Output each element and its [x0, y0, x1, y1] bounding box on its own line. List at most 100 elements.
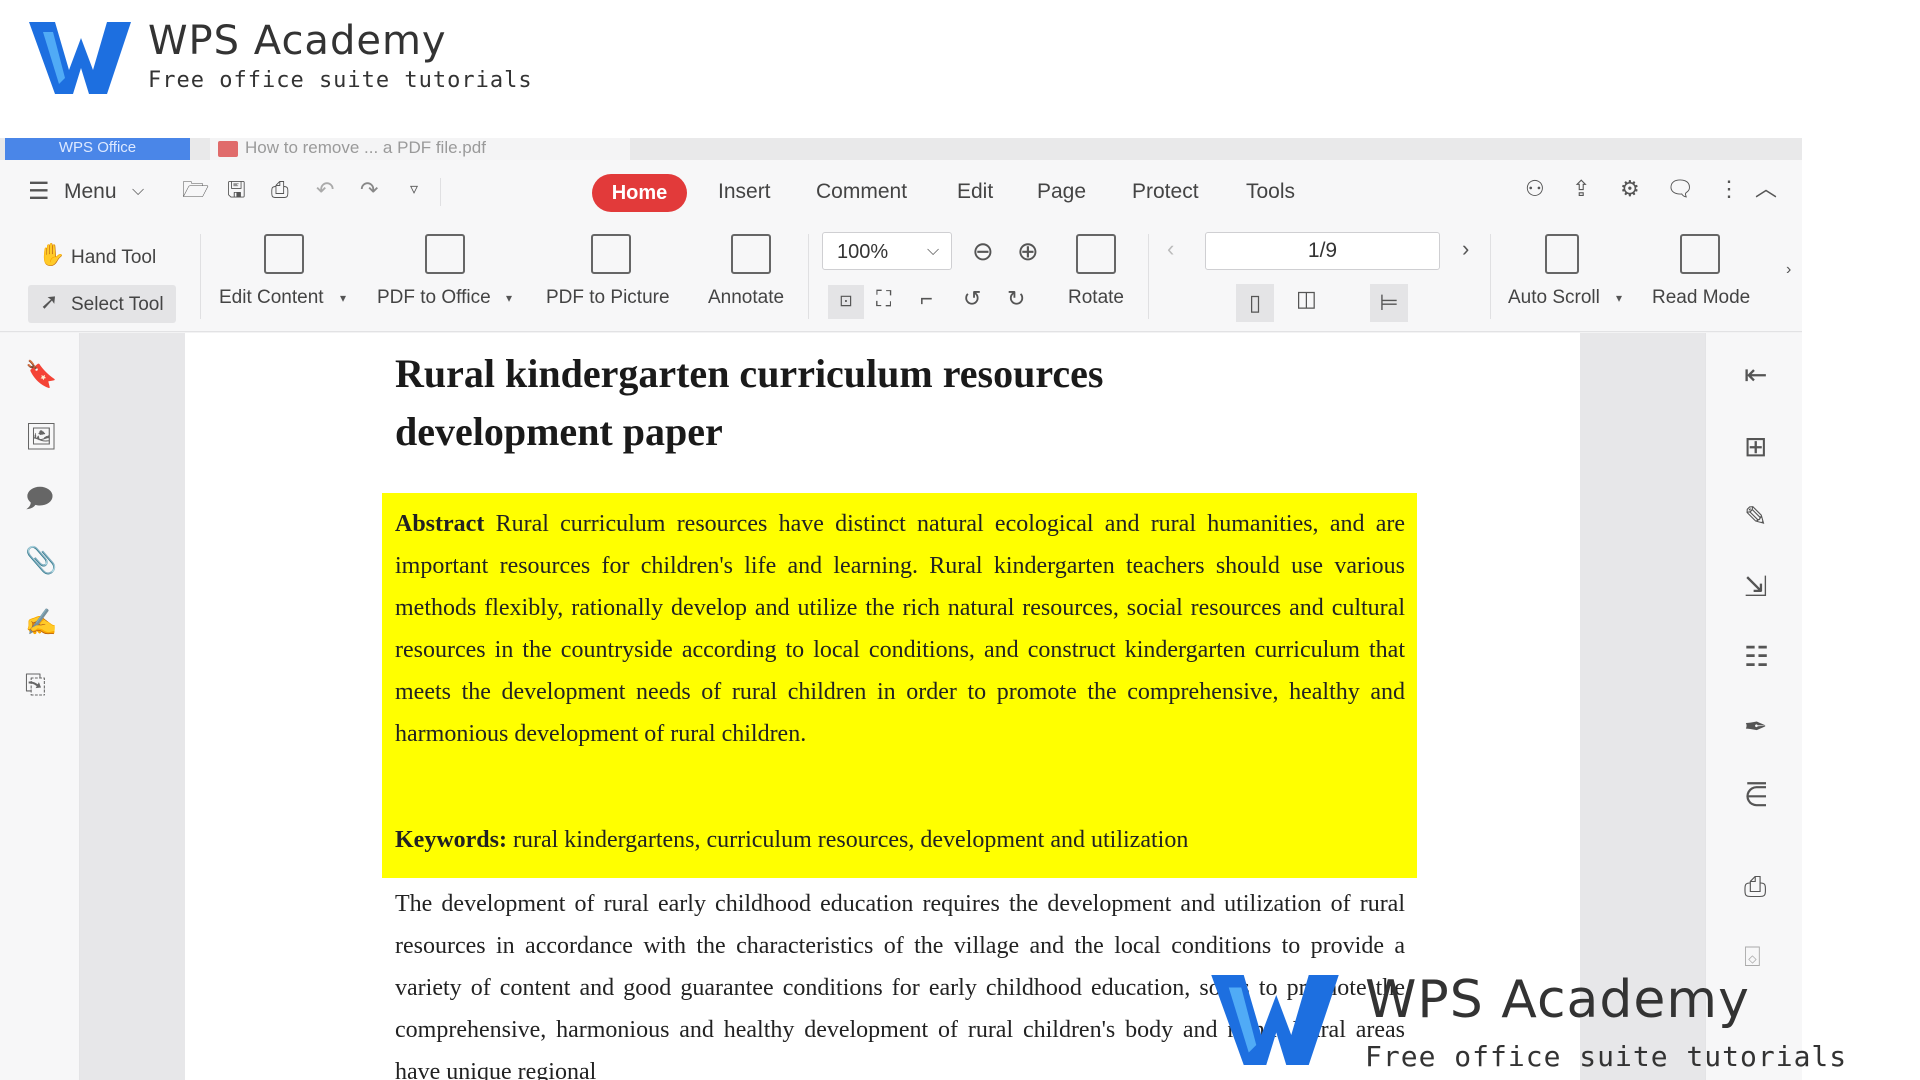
fit-page-icon[interactable]: ⛶: [876, 288, 891, 310]
brand-title: WPS Academy: [148, 18, 447, 64]
window-tab-document[interactable]: How to remove ... a PDF file.pdf: [210, 138, 630, 160]
read-mode-label: Read Mode: [1652, 287, 1751, 308]
two-page-icon[interactable]: ◫: [1296, 288, 1317, 310]
export-icon[interactable]: ⇪: [1572, 178, 1590, 200]
comment-bubble-icon[interactable]: 🗨: [1666, 178, 1694, 200]
redo-icon[interactable]: ↷: [360, 179, 378, 201]
chevron-down-icon[interactable]: ⌵: [132, 183, 144, 199]
pdf-to-picture-label: PDF to Picture: [546, 287, 670, 308]
document-title: Rural kindergarten curriculum resources …: [395, 345, 1295, 461]
undo-icon[interactable]: ↶: [316, 179, 334, 201]
watermark-logo: [1205, 970, 1345, 1070]
zoom-out-icon[interactable]: ⊖: [972, 238, 994, 264]
wps-pdf-window: WPS Office How to remove ... a PDF file.…: [0, 138, 1802, 1080]
dropdown-arrow-icon: ▾: [506, 291, 513, 305]
window-tab-strip: WPS Office How to remove ... a PDF file.…: [0, 138, 1802, 160]
keywords-paragraph: Keywords: rural kindergartens, curriculu…: [395, 819, 1405, 861]
single-page-icon[interactable]: ▯: [1236, 284, 1274, 322]
collapse-panel-icon[interactable]: ⇤: [1744, 361, 1767, 389]
actual-size-icon[interactable]: ⊡: [828, 285, 864, 319]
watermark-subtitle: Free office suite tutorials: [1365, 1040, 1848, 1073]
cursor-arrow-icon: ➚: [40, 289, 59, 314]
pdf-page: Rural kindergarten curriculum resources …: [185, 333, 1580, 1080]
thumbnail-image-icon[interactable]: 🖼: [25, 423, 58, 449]
hamburger-icon[interactable]: ☰: [28, 180, 50, 204]
rotate-right-icon[interactable]: ↻: [1007, 288, 1025, 310]
attachment-paperclip-icon[interactable]: 📎: [25, 547, 57, 573]
quick-access-dropdown-icon[interactable]: ▿: [410, 182, 418, 198]
hand-tool-button[interactable]: Hand Tool: [71, 247, 156, 269]
share-user-icon[interactable]: ⚇: [1525, 178, 1545, 200]
pdf-convert-icon[interactable]: ⎘: [25, 671, 46, 697]
settings-gear-icon[interactable]: ⚙: [1620, 178, 1640, 200]
watermark-title: WPS Academy: [1365, 970, 1750, 1030]
ribbon-toolbar: ✋ Hand Tool ➚ Select Tool Edit Content ▾…: [0, 222, 1802, 332]
keywords-text: rural kindergartens, curriculum resource…: [512, 827, 1189, 853]
collapse-ribbon-icon[interactable]: ︿: [1755, 178, 1777, 200]
select-tool-button[interactable]: ➚ Select Tool: [28, 285, 176, 323]
pdf-file-icon: [218, 141, 238, 157]
keywords-label: Keywords:: [395, 827, 507, 853]
ribbon-scroll-right-icon[interactable]: ›: [1786, 262, 1791, 278]
annotate-icon: [731, 234, 771, 274]
menu-button[interactable]: Menu: [64, 180, 117, 204]
auto-scroll-icon: [1545, 234, 1579, 274]
brand-subtitle: Free office suite tutorials: [148, 68, 533, 93]
compare-icon[interactable]: ⋶: [1744, 783, 1768, 811]
save-icon[interactable]: 🖫: [227, 179, 246, 201]
tab-home[interactable]: Home: [592, 174, 687, 212]
abstract-text: Rural curriculum resources have distinct…: [395, 511, 1406, 747]
tab-insert[interactable]: Insert: [718, 180, 771, 204]
next-page-icon[interactable]: ›: [1462, 238, 1469, 260]
add-page-icon[interactable]: ⊞: [1744, 433, 1767, 461]
pdf-to-picture-icon: [591, 234, 631, 274]
bookmark-icon[interactable]: 🔖: [25, 361, 57, 387]
fit-width-icon[interactable]: ⌐: [920, 288, 933, 310]
print-icon[interactable]: ⎙: [271, 179, 289, 201]
document-viewport: Rural kindergarten curriculum resources …: [80, 333, 1785, 1080]
annotate-label: Annotate: [708, 287, 785, 308]
rotate-left-icon[interactable]: ↺: [963, 288, 981, 310]
sign-pen-icon[interactable]: ✒: [1744, 713, 1767, 741]
print-icon[interactable]: ⎙: [1744, 873, 1766, 901]
menu-bar: ☰ Menu ⌵ 🗁 🖫 ⎙ ↶ ↷ ▿ Home Insert Comment…: [0, 160, 1802, 222]
window-tab-wps-office[interactable]: WPS Office: [5, 138, 190, 160]
window-tab-document-label: How to remove ... a PDF file.pdf: [245, 138, 486, 157]
zoom-in-icon[interactable]: ⊕: [1017, 238, 1039, 264]
scan-icon[interactable]: ⌺: [1744, 943, 1761, 971]
rotate-icon: [1076, 234, 1116, 274]
previous-page-icon[interactable]: ‹: [1167, 238, 1174, 260]
right-sidebar: ⇤ ⊞ ✎ ⇲ ☷ ✒ ⋶ ⎙ ⌺: [1705, 333, 1802, 1080]
edit-content-icon: [264, 234, 304, 274]
auto-scroll-label: Auto Scroll: [1508, 287, 1600, 308]
open-folder-icon[interactable]: 🗁: [182, 179, 209, 201]
edit-content-label: Edit Content: [219, 287, 324, 308]
pdf-to-office-icon: [425, 234, 465, 274]
zoom-select[interactable]: 100% ⌵: [822, 232, 952, 270]
signature-icon[interactable]: ✍: [25, 609, 57, 635]
hand-icon: ✋: [38, 242, 66, 267]
dropdown-arrow-icon: ▾: [1616, 291, 1623, 305]
comment-icon[interactable]: 🗩: [25, 485, 54, 511]
tab-protect[interactable]: Protect: [1132, 180, 1199, 204]
tab-comment[interactable]: Comment: [816, 180, 907, 204]
select-tool-label: Select Tool: [71, 294, 164, 315]
tab-page[interactable]: Page: [1037, 180, 1086, 204]
left-sidebar: 🔖 🖼 🗩 📎 ✍ ⎘: [0, 333, 80, 1080]
tab-tools[interactable]: Tools: [1246, 180, 1295, 204]
brand-logo: [25, 18, 135, 98]
document-title-line-2: development paper: [395, 409, 723, 454]
abstract-paragraph: Abstract Rural curriculum resources have…: [395, 503, 1405, 755]
abstract-label: Abstract: [395, 511, 485, 537]
form-edit-icon[interactable]: ☷: [1744, 643, 1769, 671]
pdf-to-office-label: PDF to Office: [377, 287, 491, 308]
continuous-scroll-icon[interactable]: ⊨: [1370, 284, 1408, 322]
zoom-value: 100%: [837, 241, 889, 263]
edit-pen-icon[interactable]: ✎: [1744, 503, 1767, 531]
page-number-input[interactable]: 1/9: [1205, 232, 1440, 270]
chevron-down-icon: ⌵: [927, 242, 940, 259]
more-vertical-icon[interactable]: ⋮: [1718, 178, 1740, 200]
export-document-icon[interactable]: ⇲: [1744, 573, 1767, 601]
document-title-line-1: Rural kindergarten curriculum resources: [395, 351, 1104, 396]
tab-edit[interactable]: Edit: [957, 180, 993, 204]
